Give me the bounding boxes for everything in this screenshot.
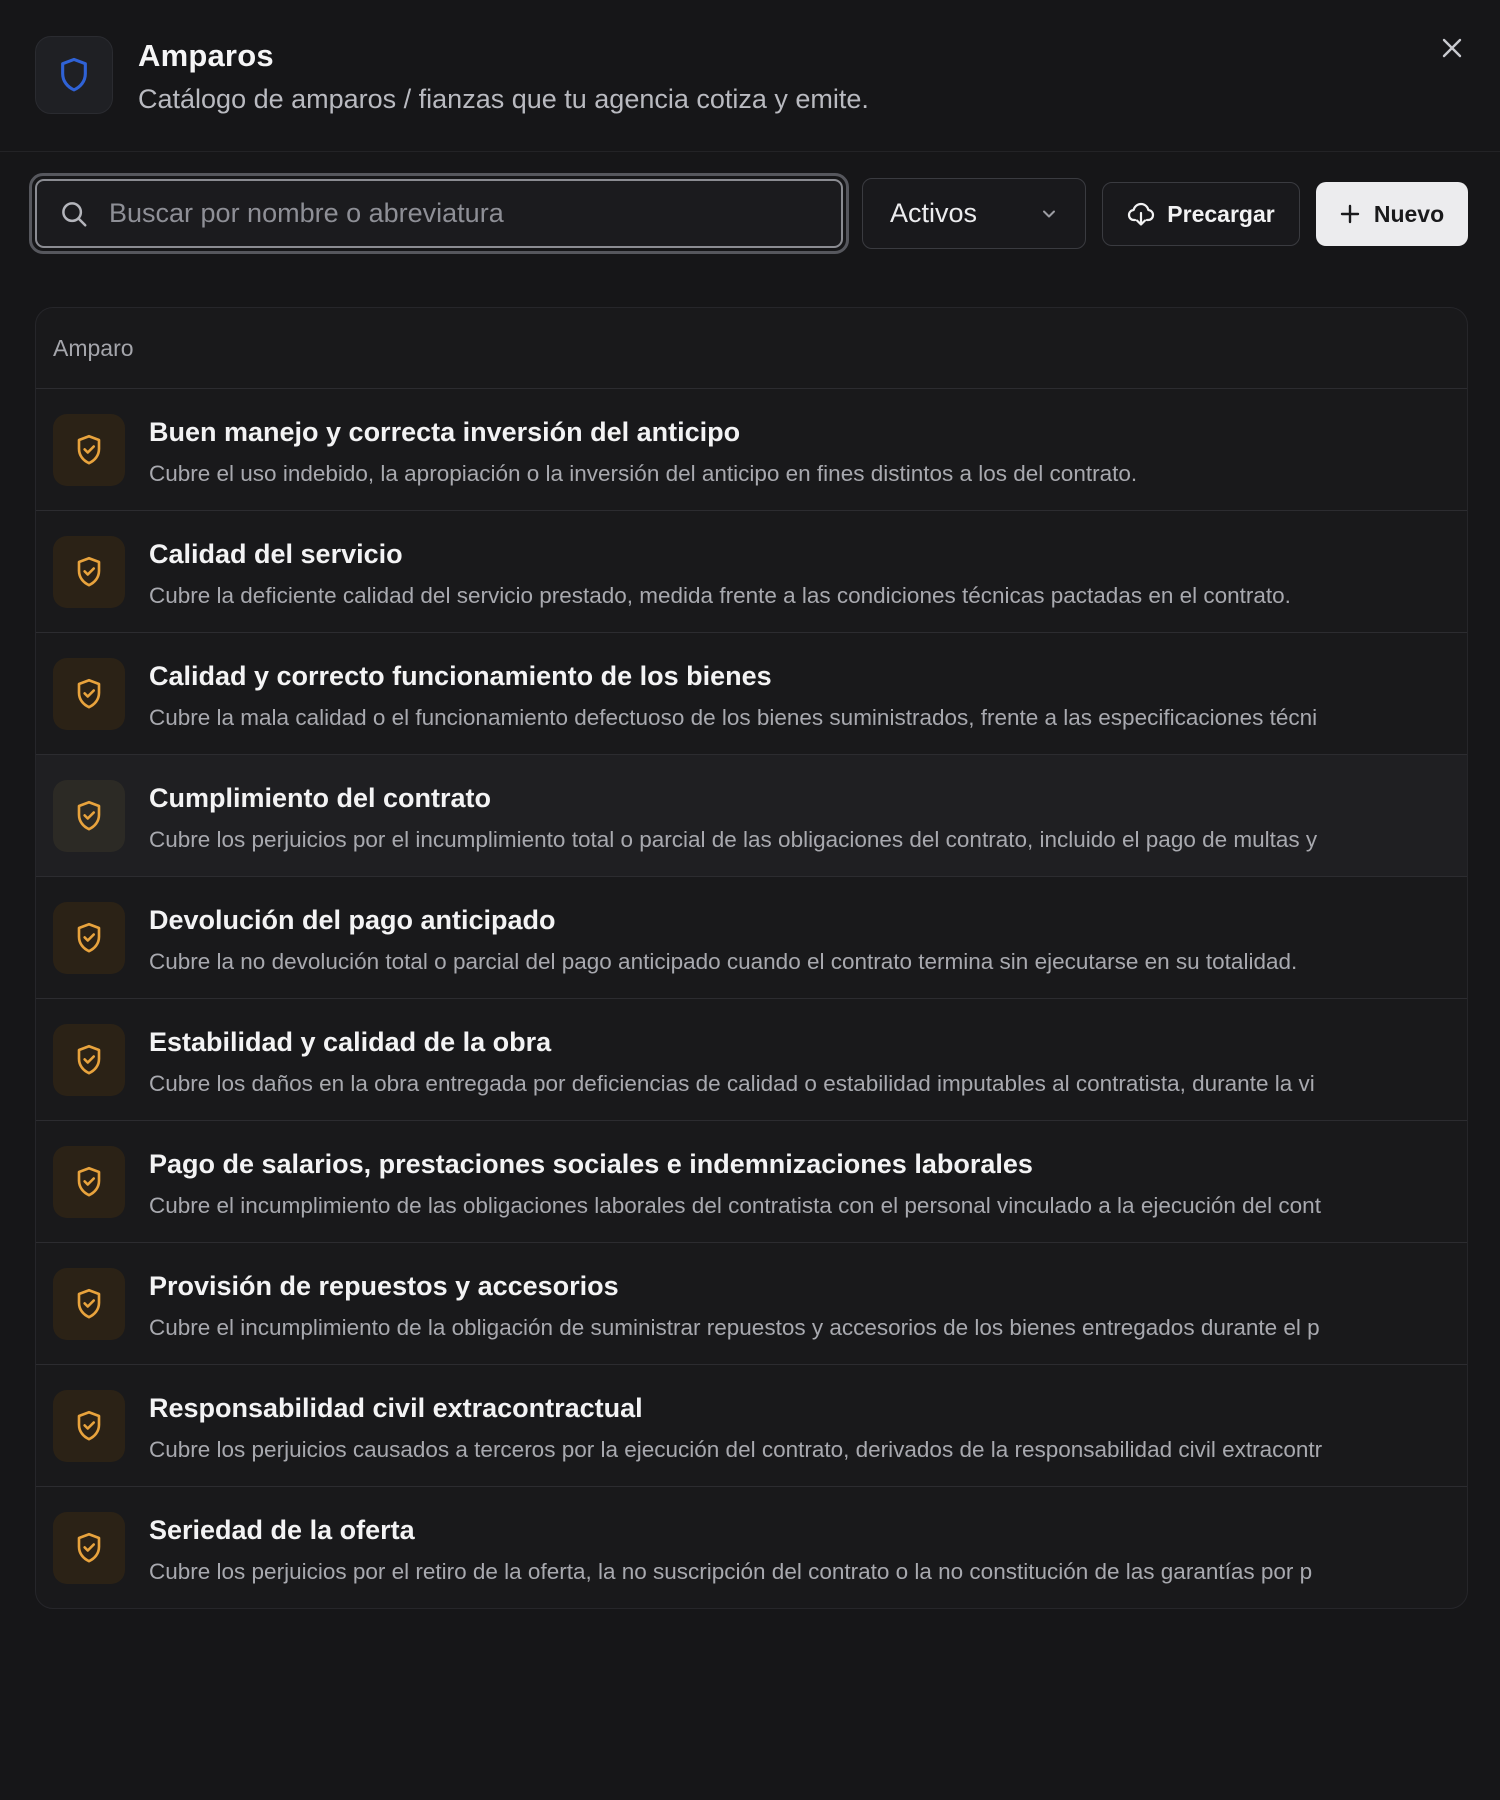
row-title: Provisión de repuestos y accesorios: [149, 1271, 619, 1301]
modal-header: Amparos Catálogo de amparos / fianzas qu…: [0, 0, 1500, 152]
row-title: Responsabilidad civil extracontractual: [149, 1393, 643, 1423]
row-description: Cubre la no devolución total o parcial d…: [149, 949, 1298, 974]
shield-check-icon: [53, 780, 125, 852]
preload-button-label: Precargar: [1167, 200, 1275, 227]
table-row[interactable]: Cumplimiento del contrato Cubre los perju…: [36, 755, 1467, 877]
row-title: Pago de salarios, prestaciones sociales …: [149, 1149, 1033, 1179]
shield-check-icon: [53, 1146, 125, 1218]
row-description: Cubre el uso indebido, la apropiación o …: [149, 461, 1138, 486]
new-button-label: Nuevo: [1373, 200, 1445, 227]
table-row[interactable]: Devolución del pago anticipado Cubre la n…: [36, 877, 1467, 999]
shield-check-icon: [53, 658, 125, 730]
table-row[interactable]: Responsabilidad civil extracontractual Cu…: [36, 1365, 1467, 1487]
shield-check-icon: [53, 1268, 125, 1340]
search-input-container[interactable]: [35, 179, 843, 248]
table-row[interactable]: Estabilidad y calidad de la obra Cubre lo…: [36, 999, 1467, 1121]
row-description: Cubre el incumplimiento de la obligación…: [149, 1315, 1320, 1340]
search-icon: [59, 199, 89, 229]
row-description: Cubre los perjuicios por el incumplimien…: [149, 827, 1318, 852]
shield-check-icon: [53, 902, 125, 974]
table-row[interactable]: Buen manejo y correcta inversión del ant…: [36, 389, 1467, 511]
preload-button[interactable]: Precargar: [1102, 182, 1300, 246]
search-field: [29, 173, 849, 254]
search-input[interactable]: [107, 197, 827, 230]
row-title: Cumplimiento del contrato: [149, 783, 492, 813]
close-button[interactable]: [1434, 30, 1470, 66]
row-description: Cubre la deficiente calidad del servicio…: [149, 583, 1291, 608]
row-title: Calidad del servicio: [149, 539, 403, 569]
row-description: Cubre el incumplimiento de las obligacio…: [149, 1193, 1321, 1218]
new-button[interactable]: Nuevo: [1316, 182, 1468, 246]
table-row[interactable]: Calidad del servicio Cubre la deficiente …: [36, 511, 1467, 633]
row-description: Cubre la mala calidad o el funcionamient…: [149, 705, 1318, 730]
row-title: Estabilidad y calidad de la obra: [149, 1027, 552, 1057]
row-description: Cubre los perjuicios por el retiro de la…: [149, 1559, 1313, 1584]
cloud-download-icon: [1128, 202, 1155, 226]
row-title: Seriedad de la oferta: [149, 1515, 415, 1545]
shield-check-icon: [53, 1512, 125, 1584]
shield-check-icon: [53, 414, 125, 486]
table-row[interactable]: Calidad y correcto funcionamiento de los…: [36, 633, 1467, 755]
row-title: Devolución del pago anticipado: [149, 905, 556, 935]
table-row[interactable]: Seriedad de la oferta Cubre los perjuicio…: [36, 1487, 1467, 1608]
shield-check-icon: [53, 1390, 125, 1462]
row-title: Buen manejo y correcta inversión del ant…: [149, 417, 741, 447]
shield-check-icon: [53, 1024, 125, 1096]
page-subtitle: Catálogo de amparos / fianzas que tu age…: [138, 84, 869, 114]
table-row[interactable]: Provisión de repuestos y accesorios Cubre…: [36, 1243, 1467, 1365]
header-icon-box: [35, 36, 113, 114]
status-filter-select[interactable]: Activos: [862, 178, 1086, 249]
table-header: Amparo: [36, 308, 1467, 389]
amparos-table: Amparo Buen manejo y correcta inversión …: [35, 307, 1468, 1609]
close-icon: [1442, 38, 1462, 58]
shield-icon: [61, 57, 87, 92]
status-filter-value: Activos: [890, 198, 978, 228]
row-description: Cubre los daños en la obra entregada por…: [149, 1071, 1315, 1096]
page-title: Amparos: [138, 38, 274, 73]
column-header-amparo[interactable]: Amparo: [53, 335, 134, 362]
row-description: Cubre los perjuicios causados a terceros…: [149, 1437, 1323, 1462]
table-row[interactable]: Pago de salarios, prestaciones sociales …: [36, 1121, 1467, 1243]
shield-check-icon: [53, 536, 125, 608]
plus-icon: [1340, 204, 1360, 224]
chevron-down-icon: [1043, 210, 1055, 217]
row-title: Calidad y correcto funcionamiento de los…: [149, 661, 772, 691]
table-body: Buen manejo y correcta inversión del ant…: [36, 389, 1467, 1608]
